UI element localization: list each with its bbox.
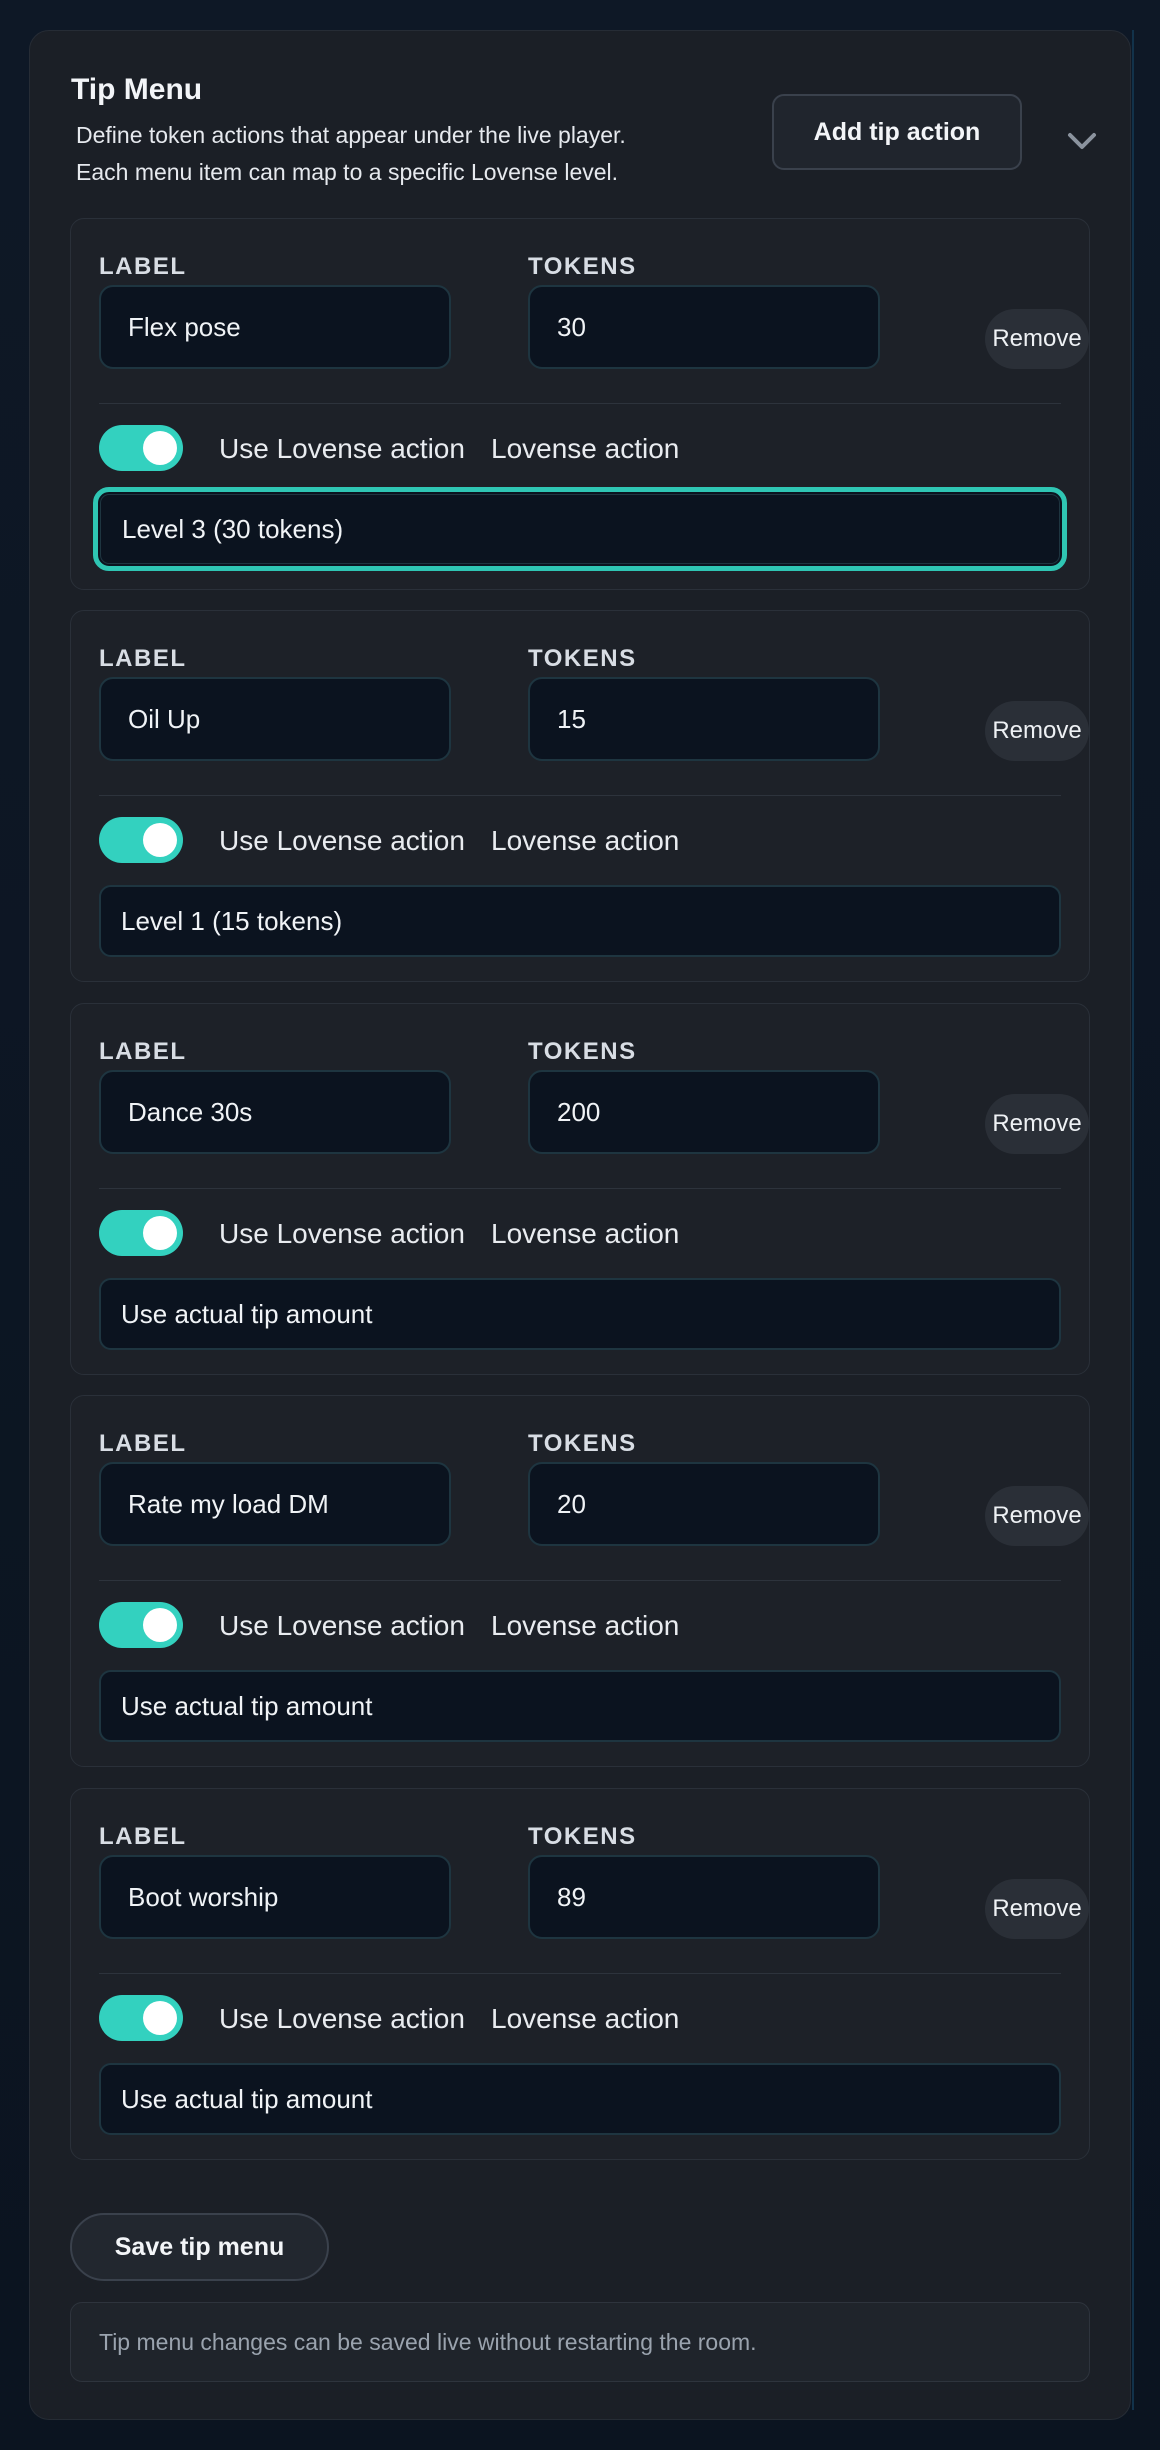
add-tip-action-button[interactable]: Add tip action [772,94,1022,170]
panel-title: Tip Menu [71,73,203,106]
lovense-toggle[interactable] [99,1210,183,1256]
remove-button[interactable]: Remove [985,701,1089,761]
label-input[interactable]: Boot worship [99,1855,451,1939]
tokens-field-heading: TOKENS [528,1823,637,1850]
lovense-toggle[interactable] [99,1602,183,1648]
label-field-heading: LABEL [99,1430,187,1457]
tokens-field-heading: TOKENS [528,645,637,672]
divider [99,1580,1061,1581]
tokens-field-heading: TOKENS [528,253,637,280]
label-field-heading: LABEL [99,253,187,280]
label-input[interactable]: Rate my load DM [99,1462,451,1546]
toggle-knob [143,431,177,465]
tip-item-card: LABEL TOKENS Oil Up 15 Remove Use Lovens… [70,610,1090,982]
label-input[interactable]: Oil Up [99,677,451,761]
toggle-knob [143,823,177,857]
toggle-knob [143,1216,177,1250]
tokens-field-heading: TOKENS [528,1430,637,1457]
toggle-knob [143,1608,177,1642]
use-lovense-label: Use Lovense action [219,2003,465,2034]
lovense-action-select[interactable]: Use actual tip amount [99,2063,1061,2135]
lovense-action-label: Lovense action [491,1610,680,1641]
chevron-down-icon[interactable] [1062,121,1102,161]
label-field-heading: LABEL [99,645,187,672]
panel-description: Define token actions that appear under t… [76,117,776,191]
panel-description-line-1: Define token actions that appear under t… [76,122,626,148]
lovense-toggle[interactable] [99,1995,183,2041]
tokens-input[interactable]: 15 [528,677,880,761]
label-field-heading: LABEL [99,1038,187,1065]
panel-description-line-2: Each menu item can map to a specific Lov… [76,159,619,185]
save-info-note: Tip menu changes can be saved live witho… [70,2302,1090,2382]
tokens-input[interactable]: 89 [528,1855,880,1939]
divider [99,403,1061,404]
label-field-heading: LABEL [99,1823,187,1850]
lovense-action-select[interactable]: Level 1 (15 tokens) [99,885,1061,957]
use-lovense-label: Use Lovense action [219,433,465,464]
use-lovense-label: Use Lovense action [219,1610,465,1641]
lovense-action-label: Lovense action [491,825,680,856]
tip-item-card: LABEL TOKENS Flex pose 30 Remove Use Lov… [70,218,1090,590]
label-input[interactable]: Dance 30s [99,1070,451,1154]
use-lovense-label: Use Lovense action [219,825,465,856]
tokens-input[interactable]: 30 [528,285,880,369]
lovense-action-label: Lovense action [491,433,680,464]
remove-button[interactable]: Remove [985,1094,1089,1154]
save-tip-menu-button[interactable]: Save tip menu [70,2213,329,2281]
remove-button[interactable]: Remove [985,309,1089,369]
toggle-knob [143,2001,177,2035]
use-lovense-label: Use Lovense action [219,1218,465,1249]
tip-item-card: LABEL TOKENS Rate my load DM 20 Remove U… [70,1395,1090,1767]
tip-item-card: LABEL TOKENS Boot worship 89 Remove Use … [70,1788,1090,2160]
lovense-action-label: Lovense action [491,1218,680,1249]
tokens-field-heading: TOKENS [528,1038,637,1065]
tip-item-card: LABEL TOKENS Dance 30s 200 Remove Use Lo… [70,1003,1090,1375]
lovense-toggle[interactable] [99,817,183,863]
tokens-input[interactable]: 20 [528,1462,880,1546]
lovense-action-label: Lovense action [491,2003,680,2034]
lovense-action-select[interactable]: Use actual tip amount [99,1278,1061,1350]
scrollbar-track [1132,30,1134,2410]
tip-menu-panel: Tip Menu Define token actions that appea… [29,30,1131,2420]
divider [99,795,1061,796]
remove-button[interactable]: Remove [985,1486,1089,1546]
divider [99,1188,1061,1189]
lovense-toggle[interactable] [99,425,183,471]
remove-button[interactable]: Remove [985,1879,1089,1939]
lovense-action-select[interactable]: Use actual tip amount [99,1670,1061,1742]
lovense-action-select[interactable]: Level 3 (30 tokens) [93,487,1067,571]
tokens-input[interactable]: 200 [528,1070,880,1154]
divider [99,1973,1061,1974]
label-input[interactable]: Flex pose [99,285,451,369]
